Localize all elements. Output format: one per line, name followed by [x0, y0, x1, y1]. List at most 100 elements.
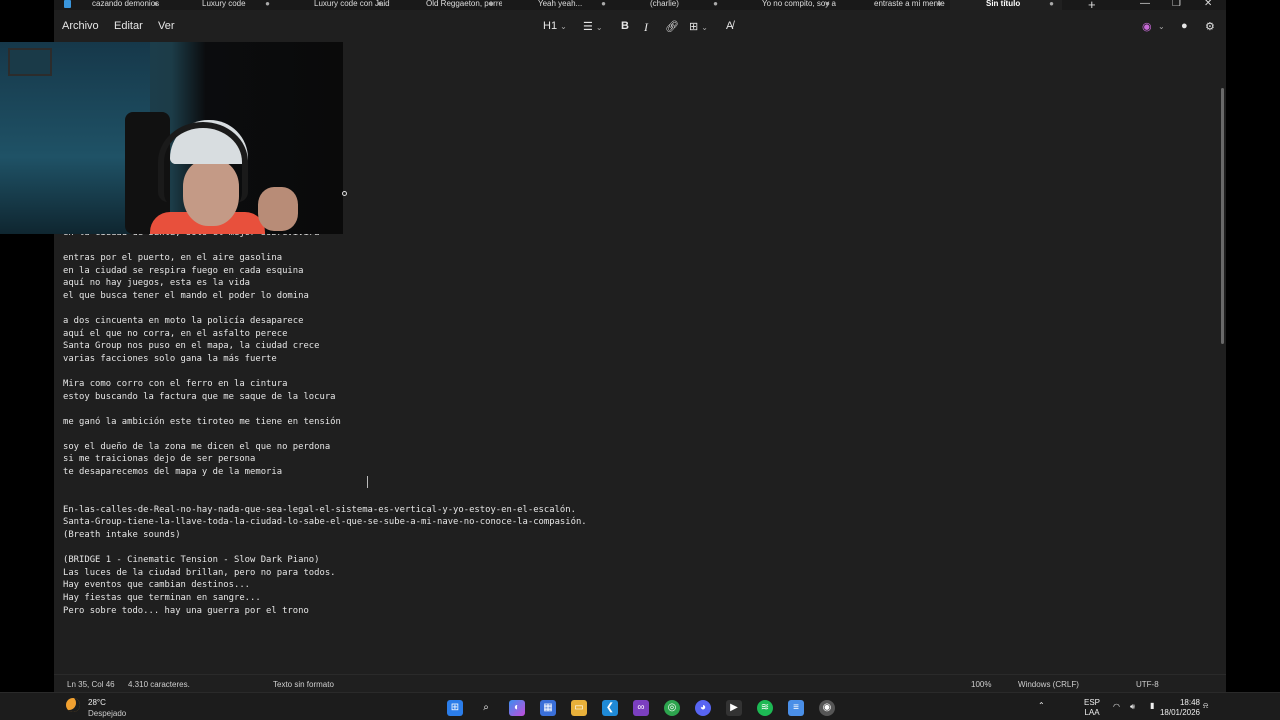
terminal-icon[interactable]: ▶: [726, 700, 742, 716]
tab-close-icon[interactable]: ●: [713, 0, 718, 8]
restore-icon[interactable]: ❐: [1172, 0, 1181, 9]
text-line: Pero sobre todo... hay una guerra por el…: [63, 605, 309, 616]
italic-button[interactable]: I: [644, 20, 648, 35]
store-icon[interactable]: ▦: [540, 700, 556, 716]
notification-bell-icon[interactable]: ⍾: [1203, 701, 1208, 711]
tab-3[interactable]: Old Reggaeton, perre ●: [390, 0, 502, 10]
visual-studio-icon[interactable]: ∞: [633, 700, 649, 716]
tab-label: (charlie): [650, 0, 679, 8]
start-icon[interactable]: ⊞: [447, 700, 463, 716]
notepad-icon[interactable]: ≡: [788, 700, 804, 716]
volume-icon[interactable]: 🔊︎: [1130, 702, 1135, 712]
menu-bar: Archivo Editar Ver H1 ⌄ ☰ ⌄ B I 🔗︎ ⊞ ⌄ A̸ ◉…: [54, 16, 1226, 38]
text-line: [63, 302, 1163, 315]
new-tab-button[interactable]: +: [1088, 0, 1096, 12]
chevron-up-icon[interactable]: ⌃: [1038, 701, 1045, 711]
clock-time: 18:48: [1179, 698, 1200, 707]
tab-close-icon[interactable]: ●: [825, 0, 830, 8]
text-line: aquí el que no corra, en el asfalto pere…: [63, 328, 288, 339]
text-line: En-las-calles-de-Real-no-hay-nada-que-se…: [63, 504, 576, 515]
person-hand: [258, 187, 298, 231]
minimize-icon[interactable]: —: [1140, 0, 1150, 9]
tab-2[interactable]: Luxury code con Jaid ●: [278, 0, 390, 10]
text-line: entras por el puerto, en el aire gasolin…: [63, 252, 283, 263]
encoding[interactable]: UTF-8: [1136, 680, 1159, 689]
tab-label: Sin título: [986, 0, 1021, 8]
weather-desc[interactable]: Despejado: [88, 709, 126, 718]
search-icon[interactable]: ⌕: [478, 700, 494, 716]
resize-handle[interactable]: [342, 191, 347, 196]
link-icon[interactable]: 🔗︎: [665, 20, 679, 33]
spotify-icon[interactable]: ≋: [757, 700, 773, 716]
document-text[interactable]: Real R P, no hay vuelta atrássi buscas c…: [63, 189, 1163, 617]
tab-close-icon[interactable]: ●: [937, 0, 942, 8]
chrome-icon[interactable]: ◎: [664, 700, 680, 716]
heading-label: H1: [543, 20, 558, 32]
vertical-scrollbar[interactable]: [1221, 88, 1224, 344]
discord-icon[interactable]: ◕: [695, 700, 711, 716]
menu-editar[interactable]: Editar: [114, 20, 143, 32]
close-window-icon[interactable]: ✕: [1204, 0, 1212, 9]
table-icon: ⊞: [689, 21, 699, 33]
tab-8[interactable]: Sin título ●: [950, 0, 1062, 10]
tab-label: Luxury code: [202, 0, 246, 8]
taskbar: 28°C Despejado ⊞ ⌕ ◐ ▦ ▭ ❮ ∞ ◎ ◕ ▶ ≋ ≡ ◉…: [0, 692, 1280, 720]
text-line: el que busca tener el mando el poder lo …: [63, 290, 309, 301]
vscode-icon[interactable]: ❮: [602, 700, 618, 716]
weather-temp[interactable]: 28°C: [88, 698, 106, 707]
copilot-icon[interactable]: ◐: [509, 700, 525, 716]
menu-ver[interactable]: Ver: [158, 20, 175, 32]
text-line: te desaparecemos del mapa y de la memori…: [63, 467, 283, 478]
webcam-overlay: [0, 42, 343, 234]
tab-close-icon[interactable]: ●: [265, 0, 270, 8]
line-ending[interactable]: Windows (CRLF): [1018, 680, 1079, 689]
text-line: Santa Group nos puso en el mapa, la ciud…: [63, 341, 320, 352]
wall-frame: [8, 48, 52, 76]
text-line: [63, 365, 1163, 378]
account-icon[interactable]: ●: [1181, 20, 1188, 32]
text-line: (BRIDGE 1 - Cinematic Tension - Slow Dar…: [63, 555, 320, 566]
text-line: soy el dueño de la zona me dicen el que …: [63, 441, 331, 452]
text-line: [63, 479, 1163, 492]
text-line: [63, 403, 1163, 416]
table-dropdown[interactable]: ⊞ ⌄: [689, 20, 708, 33]
menu-archivo[interactable]: Archivo: [62, 20, 99, 32]
clear-format-icon[interactable]: A̸: [726, 20, 733, 32]
tab-close-icon[interactable]: ●: [489, 0, 494, 8]
tab-6[interactable]: Yo no compito, soy a ●: [726, 0, 838, 10]
text-line: Mira como corro con el ferro en la cintu…: [63, 378, 288, 389]
tab-1[interactable]: Luxury code ●: [166, 0, 278, 10]
clock[interactable]: 18:48 18/01/2026: [1150, 698, 1200, 718]
chevron-down-icon[interactable]: ⌄: [1158, 22, 1165, 31]
cursor-position: Ln 35, Col 46: [67, 680, 115, 689]
tab-close-icon[interactable]: ●: [1049, 0, 1054, 8]
tab-7[interactable]: entraste a mi mente ●: [838, 0, 950, 10]
format-indicator[interactable]: Texto sin formato: [273, 680, 334, 689]
text-cursor-ibeam: [367, 476, 368, 488]
bold-button[interactable]: B: [621, 20, 629, 32]
chevron-down-icon: ⌄: [560, 22, 567, 31]
copilot-icon[interactable]: ◉: [1142, 20, 1152, 33]
settings-gear-icon[interactable]: ⚙: [1205, 20, 1215, 33]
wifi-icon[interactable]: ◠: [1113, 702, 1120, 712]
text-line: [63, 428, 1163, 441]
moon-weather-icon[interactable]: [66, 698, 80, 712]
text-line: varias facciones solo gana la más fuerte: [63, 353, 277, 364]
tab-0[interactable]: cazando demonios ●: [54, 0, 166, 10]
text-line: me ganó la ambición este tiroteo me tien…: [63, 416, 341, 427]
file-explorer-icon[interactable]: ▭: [571, 700, 587, 716]
text-line: Hay eventos que cambian destinos...: [63, 580, 251, 591]
heading-dropdown[interactable]: H1 ⌄: [543, 20, 567, 32]
language-indicator[interactable]: ESP LAA: [1084, 698, 1100, 718]
tab-close-icon[interactable]: ●: [601, 0, 606, 8]
tab-4[interactable]: Yeah yeah... ●: [502, 0, 614, 10]
zoom-level[interactable]: 100%: [971, 680, 991, 689]
obs-icon[interactable]: ◉: [819, 700, 835, 716]
tab-close-icon[interactable]: ●: [377, 0, 382, 8]
list-dropdown[interactable]: ☰ ⌄: [583, 20, 603, 33]
text-line: Santa-Group-tiene-la-llave-toda-la-ciuda…: [63, 517, 587, 528]
tab-5[interactable]: (charlie) ●: [614, 0, 726, 10]
tab-label: cazando demonios: [92, 0, 160, 8]
char-count: 4.310 caracteres.: [128, 680, 190, 689]
tab-close-icon[interactable]: ●: [153, 0, 158, 8]
